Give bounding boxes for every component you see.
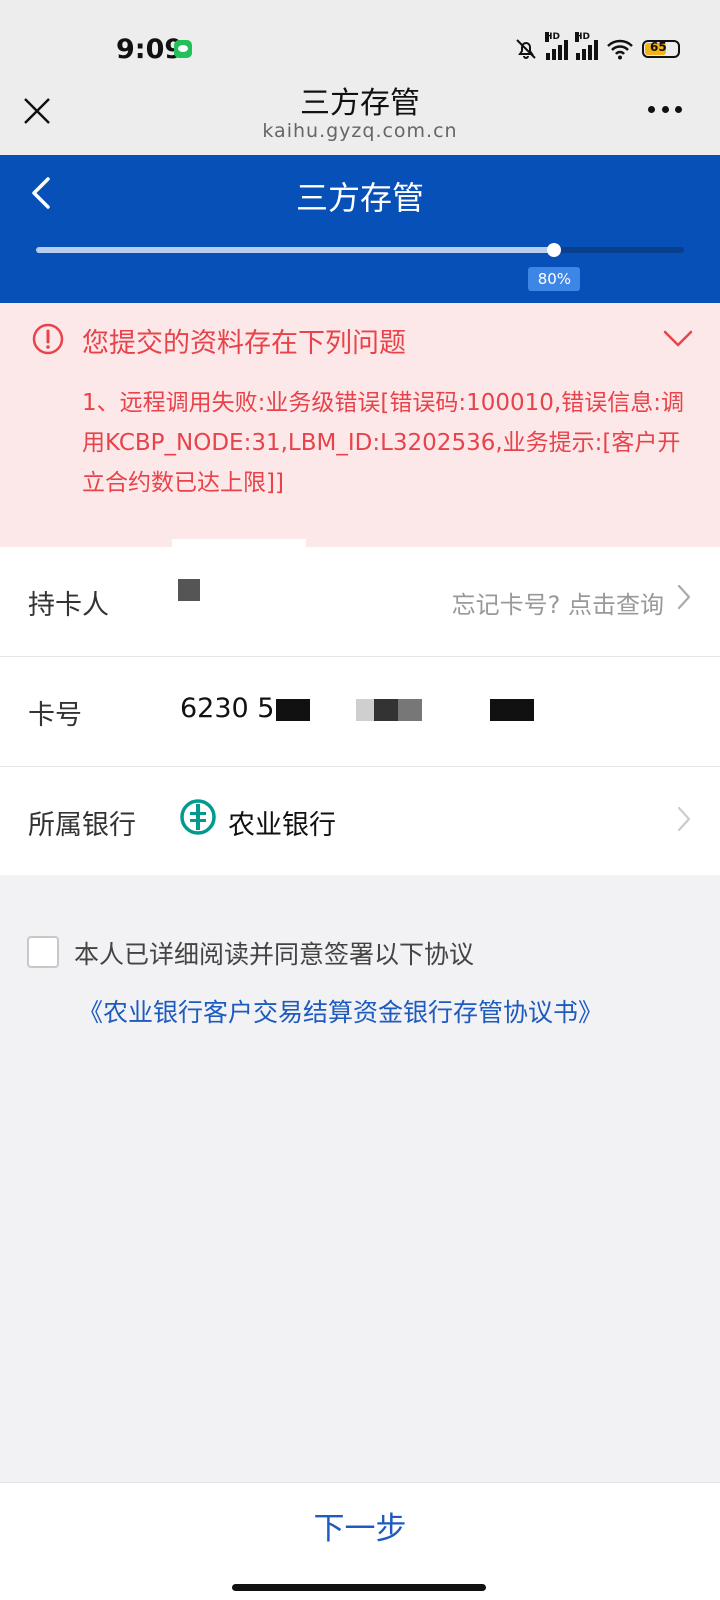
form-row-bank[interactable]: 所属银行 农业银行 bbox=[0, 767, 720, 875]
error-panel: 您提交的资料存在下列问题 1、远程调用失败:业务级错误[错误码:100010,错… bbox=[0, 303, 720, 547]
battery-level: 65 bbox=[650, 40, 667, 54]
webview-url: kaihu.gyzq.com.cn bbox=[262, 120, 458, 142]
forgot-card-link[interactable]: 忘记卡号? 点击查询 bbox=[452, 585, 664, 620]
card-mask-4 bbox=[398, 699, 422, 721]
chevron-down-icon[interactable] bbox=[662, 329, 694, 349]
signal-2-icon: HD bbox=[575, 32, 598, 60]
holder-name-masked bbox=[178, 579, 200, 601]
webview-title: 三方存管 bbox=[300, 86, 420, 121]
chevron-right-icon[interactable] bbox=[676, 805, 692, 833]
progress-knob bbox=[547, 243, 562, 257]
wechat-notification-icon bbox=[174, 40, 192, 58]
card-mask-2 bbox=[356, 699, 374, 721]
battery-icon: 65 bbox=[642, 40, 680, 58]
agreement-text: 本人已详细阅读并同意签署以下协议 bbox=[74, 940, 475, 969]
app-header: 三方存管 80% bbox=[0, 155, 720, 303]
page-title: 三方存管 bbox=[295, 179, 424, 217]
progress-label: 80% bbox=[528, 267, 581, 291]
status-bar: 9:09 HD HD 65 bbox=[0, 0, 720, 86]
bank-card-form: 持卡人 忘记卡号? 点击查询 卡号 6230 5 所属银行 农业银行 bbox=[0, 539, 720, 875]
bottom-bar: 下一步 bbox=[0, 1482, 720, 1600]
abc-bank-logo-icon bbox=[180, 799, 216, 835]
home-indicator[interactable] bbox=[232, 1584, 486, 1591]
form-row-card: 卡号 6230 5 bbox=[0, 657, 720, 767]
agreement-checkbox[interactable] bbox=[27, 936, 59, 968]
card-mask-3 bbox=[374, 699, 398, 721]
signal-1-icon: HD bbox=[545, 32, 568, 60]
next-step-button[interactable]: 下一步 bbox=[0, 1483, 720, 1575]
error-message: 1、远程调用失败:业务级错误[错误码:100010,错误信息:调用KCBP_NO… bbox=[82, 390, 684, 496]
bank-label: 所属银行 bbox=[28, 810, 136, 841]
bell-muted-icon bbox=[516, 39, 536, 59]
status-icons: HD HD 65 bbox=[514, 32, 680, 62]
card-number[interactable]: 6230 5 bbox=[180, 693, 274, 724]
more-icon[interactable] bbox=[648, 106, 682, 114]
bank-name: 农业银行 bbox=[228, 810, 336, 841]
card-mask-5 bbox=[490, 699, 534, 721]
progress-fill bbox=[36, 247, 555, 253]
card-label: 卡号 bbox=[28, 700, 82, 731]
holder-label: 持卡人 bbox=[28, 590, 109, 621]
agreement-link[interactable]: 《农业银行客户交易结算资金银行存管协议书》 bbox=[78, 993, 603, 1029]
card-mask-1 bbox=[276, 699, 310, 721]
webview-title-bar: 三方存管 kaihu.gyzq.com.cn bbox=[0, 86, 720, 155]
form-row-holder: 持卡人 忘记卡号? 点击查询 bbox=[0, 547, 720, 657]
warning-circle-icon bbox=[32, 323, 64, 355]
wifi-icon bbox=[607, 39, 633, 60]
progress-bar bbox=[36, 243, 684, 257]
chevron-right-icon[interactable] bbox=[676, 583, 692, 611]
error-title: 您提交的资料存在下列问题 bbox=[82, 328, 406, 359]
